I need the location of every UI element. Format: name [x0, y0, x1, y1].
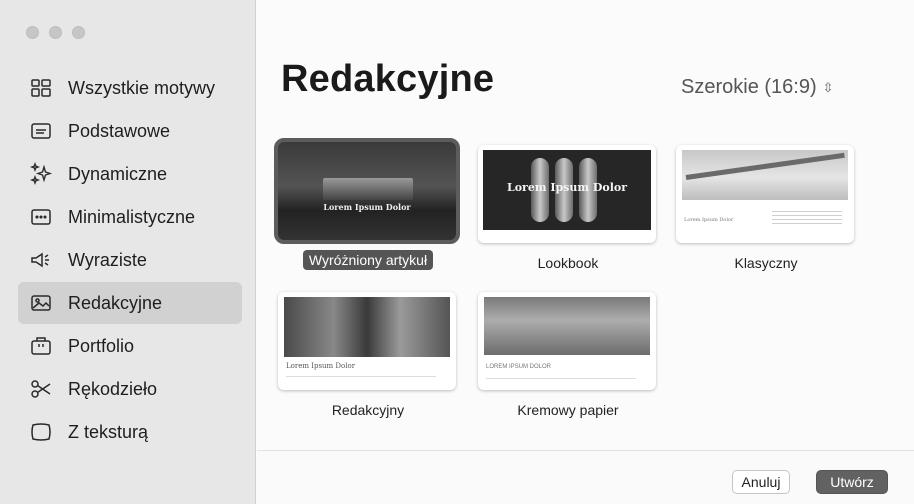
theme-thumbnail: Lorem Ipsum Dolor	[274, 138, 460, 244]
theme-thumbnail: Lorem Ipsum Dolor	[278, 292, 456, 390]
create-button[interactable]: Utwórz	[816, 470, 888, 494]
sidebar-item-label: Podstawowe	[68, 120, 171, 141]
thumbnail-title: Lorem Ipsum Dolor	[323, 202, 411, 212]
close-window-button[interactable]	[26, 26, 39, 39]
sidebar-item-basic[interactable]: Podstawowe	[18, 110, 242, 152]
thumbnail-photo	[484, 297, 650, 355]
theme-card-featured-article[interactable]: Lorem Ipsum Dolor Wyróżniony artykuł	[274, 138, 460, 270]
sparkles-icon	[28, 162, 54, 186]
sidebar-item-textured[interactable]: Z teksturą	[18, 411, 242, 453]
window-controls	[26, 26, 85, 39]
theme-label: Klasyczny	[734, 255, 798, 271]
dialog-footer: Anuluj Utwórz	[257, 450, 914, 504]
sidebar-item-crafts[interactable]: Rękodzieło	[18, 368, 242, 410]
dots-box-icon	[28, 205, 54, 229]
sidebar-item-label: Portfolio	[68, 335, 135, 356]
thumbnail-building	[323, 178, 413, 200]
theme-label: Redakcyjny	[331, 402, 405, 418]
sidebar-item-label: Redakcyjne	[68, 292, 163, 313]
briefcase-icon	[28, 334, 54, 358]
sidebar-item-all-themes[interactable]: Wszystkie motywy	[18, 67, 242, 109]
sidebar-item-label: Z teksturą	[68, 421, 149, 442]
sidebar: Wszystkie motywy Podstawowe Dynamiczne M…	[0, 0, 256, 504]
theme-label: Kremowy papier	[517, 402, 619, 418]
thumbnail-title: Lorem Ipsum Dolor	[506, 181, 628, 194]
theme-chooser-window: Wszystkie motywy Podstawowe Dynamiczne M…	[0, 0, 914, 504]
thumbnail-title: Lorem Ipsum Dolor	[286, 362, 356, 370]
category-list: Wszystkie motywy Podstawowe Dynamiczne M…	[18, 67, 242, 454]
sidebar-item-minimalist[interactable]: Minimalistyczne	[18, 196, 242, 238]
thumbnail-divider	[286, 376, 436, 377]
sidebar-item-label: Wyraziste	[68, 249, 147, 270]
scissors-icon	[28, 377, 54, 401]
thumbnail-title: Lorem Ipsum Dolor	[684, 217, 734, 223]
theme-thumbnail: Lorem Ipsum Dolor	[478, 145, 656, 243]
sidebar-item-editorial[interactable]: Redakcyjne	[18, 282, 242, 324]
sidebar-item-label: Minimalistyczne	[68, 206, 196, 227]
thumbnail-divider	[486, 378, 636, 379]
megaphone-icon	[28, 248, 54, 272]
minimize-window-button[interactable]	[49, 26, 62, 39]
sidebar-item-label: Wszystkie motywy	[68, 77, 216, 98]
thumbnail-text-lines	[772, 211, 842, 227]
sidebar-item-label: Dynamiczne	[68, 163, 168, 184]
theme-thumbnail: LOREM IPSUM DOLOR	[478, 292, 656, 390]
zoom-window-button[interactable]	[72, 26, 85, 39]
theme-card-lookbook[interactable]: Lorem Ipsum Dolor Lookbook	[478, 145, 658, 273]
cancel-button[interactable]: Anuluj	[732, 470, 790, 494]
sidebar-item-label: Rękodzieło	[68, 378, 158, 399]
theme-thumbnail: Lorem Ipsum Dolor	[676, 145, 854, 243]
thumbnail-photo	[284, 297, 450, 357]
sidebar-item-portfolio[interactable]: Portfolio	[18, 325, 242, 367]
frame-icon	[28, 420, 54, 444]
sidebar-item-bold[interactable]: Wyraziste	[18, 239, 242, 281]
photo-icon	[28, 291, 54, 315]
theme-card-editorial[interactable]: Lorem Ipsum Dolor Redakcyjny	[278, 292, 458, 420]
theme-grid: Lorem Ipsum Dolor Wyróżniony artykuł Lor…	[257, 0, 914, 504]
sidebar-item-dynamic[interactable]: Dynamiczne	[18, 153, 242, 195]
grid-icon	[28, 76, 54, 100]
thumbnail-title: LOREM IPSUM DOLOR	[486, 364, 552, 370]
text-box-icon	[28, 119, 54, 143]
theme-card-cream-paper[interactable]: LOREM IPSUM DOLOR Kremowy papier	[478, 292, 658, 420]
theme-label: Wyróżniony artykuł	[302, 250, 434, 270]
theme-gallery: Redakcyjne Szerokie (16:9) ⇳ Lorem Ipsum…	[257, 0, 914, 504]
theme-label: Lookbook	[537, 255, 599, 271]
theme-card-classic[interactable]: Lorem Ipsum Dolor Klasyczny	[676, 145, 856, 273]
